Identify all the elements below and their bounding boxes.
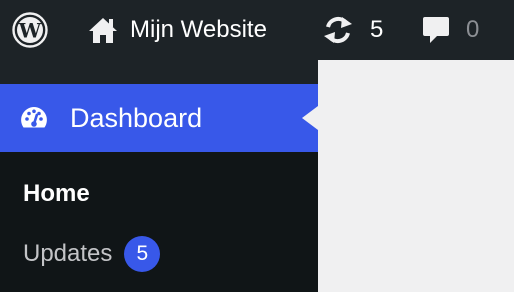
admin-bar: W Mijn Website 5 0 bbox=[0, 0, 514, 60]
comments-link[interactable]: 0 bbox=[422, 0, 479, 60]
wp-logo-menu[interactable]: W bbox=[12, 0, 48, 60]
updates-link[interactable]: 5 bbox=[322, 0, 383, 60]
dashboard-submenu: Home Updates 5 bbox=[0, 152, 318, 292]
submenu-item-home[interactable]: Home bbox=[23, 180, 90, 208]
current-menu-arrow bbox=[302, 106, 318, 130]
main-content-area bbox=[318, 60, 514, 292]
submenu-item-updates[interactable]: Updates 5 bbox=[23, 236, 161, 272]
site-name: Mijn Website bbox=[130, 16, 267, 43]
submenu-item-updates-label: Updates bbox=[23, 240, 113, 267]
updates-count-badge: 5 bbox=[124, 236, 161, 272]
comments-count: 0 bbox=[466, 16, 480, 43]
updates-count: 5 bbox=[370, 16, 384, 43]
admin-sidebar: Dashboard Home Updates 5 bbox=[0, 60, 318, 292]
wordpress-logo-icon: W bbox=[12, 12, 48, 48]
site-name-link[interactable]: Mijn Website bbox=[88, 0, 267, 60]
refresh-icon bbox=[324, 16, 352, 44]
comment-icon bbox=[423, 17, 449, 43]
home-icon bbox=[89, 18, 117, 43]
menu-item-dashboard-label: Dashboard bbox=[70, 102, 203, 133]
menu-item-dashboard[interactable]: Dashboard bbox=[0, 84, 318, 152]
wp-admin-page: W Mijn Website 5 0 Dashboard Home Update… bbox=[0, 0, 514, 292]
dashboard-gauge-icon bbox=[21, 107, 47, 128]
submenu-item-home-label: Home bbox=[23, 180, 90, 207]
svg-text:W: W bbox=[18, 19, 42, 43]
